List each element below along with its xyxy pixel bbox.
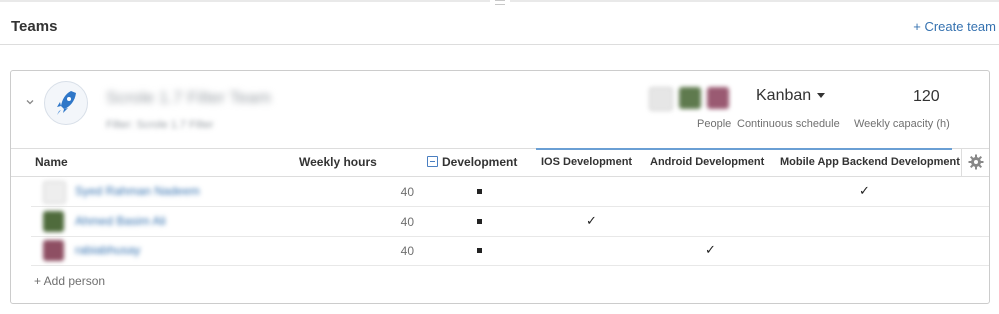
chevron-down-icon[interactable] [25, 97, 37, 109]
page-header: Teams + Create team [0, 0, 999, 45]
column-android-development: Android Development [650, 156, 765, 168]
schedule-value: Kanban [756, 87, 812, 104]
weekly-hours-cell[interactable]: 40 [376, 244, 414, 258]
skills-group-rule [536, 148, 952, 150]
schedule-label: Continuous schedule [737, 118, 840, 130]
column-ios-development: IOS Development [541, 156, 633, 168]
collapse-minus-icon[interactable] [427, 156, 438, 167]
column-backend-development: Mobile App Backend Development [780, 156, 960, 168]
development-marker [477, 248, 482, 253]
team-card: Scrole 1.7 Filter Team Filter: Scrole 1.… [10, 70, 990, 304]
table-header: Name Weekly hours Development IOS Develo… [11, 148, 989, 177]
weekly-hours-cell[interactable]: 40 [376, 215, 414, 229]
column-development[interactable]: Development [442, 155, 517, 169]
caret-down-icon [817, 93, 826, 99]
development-marker [477, 219, 482, 224]
table-row: rabiabhusay 40 ✓ [31, 236, 989, 266]
page-title: Teams [11, 18, 58, 35]
weekly-hours-cell[interactable]: 40 [376, 185, 414, 199]
team-filter-link[interactable]: Filter: Scrole 1.7 Filter [106, 119, 214, 131]
weekly-capacity-label: Weekly capacity (h) [854, 118, 950, 130]
people-avatars[interactable] [649, 87, 731, 111]
avatar [43, 181, 66, 204]
person-name-link[interactable]: Syed Rahman Nadeem [75, 184, 200, 198]
person-name-link[interactable]: rabiabhusay [75, 243, 140, 257]
column-weekly-hours: Weekly hours [299, 155, 377, 169]
settings-cell [961, 148, 990, 176]
gear-icon[interactable] [968, 154, 984, 170]
checkmark-icon[interactable]: ✓ [586, 213, 597, 229]
rocket-icon [57, 91, 76, 115]
create-team-link[interactable]: + Create team [913, 19, 996, 34]
team-name[interactable]: Scrole 1.7 Filter Team [106, 88, 271, 108]
people-label: People [697, 118, 732, 130]
add-person-link[interactable]: + Add person [34, 274, 105, 288]
avatar [679, 87, 701, 109]
table-row: Syed Rahman Nadeem 40 ✓ [31, 177, 989, 207]
team-summary: Scrole 1.7 Filter Team Filter: Scrole 1.… [11, 71, 989, 149]
team-avatar[interactable] [44, 81, 88, 125]
column-name: Name [35, 155, 68, 169]
checkmark-icon[interactable]: ✓ [705, 242, 716, 258]
development-marker [477, 189, 482, 194]
schedule-dropdown[interactable]: Kanban [756, 87, 826, 105]
person-name-link[interactable]: Ahmed Basim Ali [75, 214, 166, 228]
avatar [43, 240, 64, 261]
weekly-capacity-value[interactable]: 120 [913, 88, 940, 106]
avatar [649, 87, 673, 111]
avatar [43, 211, 64, 232]
checkmark-icon[interactable]: ✓ [859, 183, 870, 199]
table-row: Ahmed Basim Ali 40 ✓ [31, 207, 989, 237]
avatar [707, 87, 729, 109]
